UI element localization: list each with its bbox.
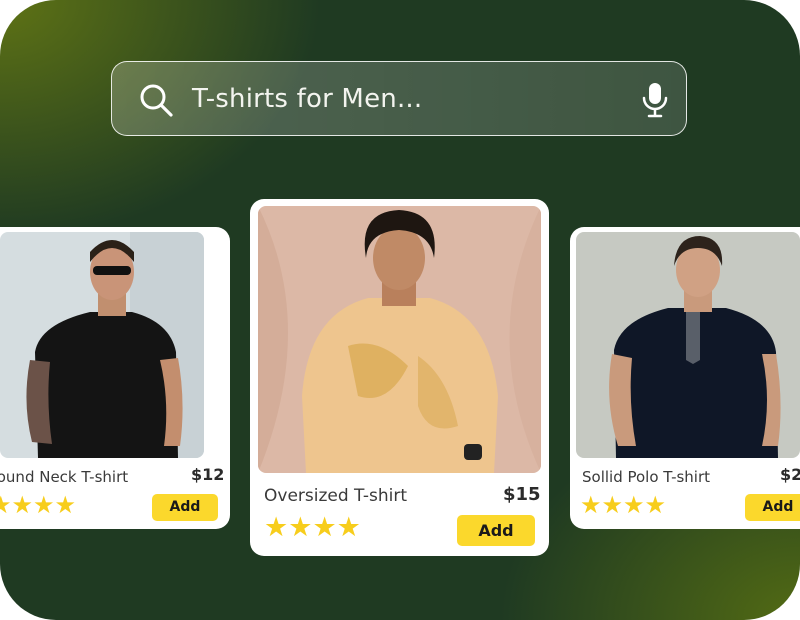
product-card-round-neck[interactable]: Round Neck T-shirt $12 ★ ★ ★ ★ Add	[0, 227, 230, 529]
star-icon: ★	[54, 491, 77, 519]
product-card-oversized[interactable]: Oversized T-shirt $15 ★ ★ ★ ★ Add	[250, 199, 549, 556]
rating-stars: ★ ★ ★ ★	[264, 514, 361, 541]
add-button[interactable]: Add	[745, 494, 800, 521]
add-button[interactable]: Add	[152, 494, 218, 521]
star-icon: ★	[623, 491, 645, 519]
product-price: $20	[780, 465, 800, 484]
star-icon: ★	[0, 491, 12, 519]
star-icon: ★	[264, 512, 289, 543]
search-bar[interactable]: T-shirts for Men...	[111, 61, 687, 136]
product-name: Round Neck T-shirt	[0, 468, 129, 486]
add-button[interactable]: Add	[457, 515, 535, 546]
product-image[interactable]	[576, 232, 800, 458]
star-icon: ★	[312, 512, 337, 543]
star-icon: ★	[11, 491, 34, 519]
rating-stars: ★ ★ ★ ★	[0, 493, 76, 517]
star-icon: ★	[336, 512, 361, 543]
product-name: Sollid Polo T-shirt	[582, 468, 711, 486]
product-image[interactable]	[0, 232, 204, 458]
mic-icon[interactable]	[640, 81, 670, 119]
rating-stars: ★ ★ ★ ★	[580, 493, 666, 517]
search-icon[interactable]	[138, 82, 174, 118]
product-image[interactable]	[258, 206, 541, 473]
star-icon: ★	[601, 491, 624, 519]
search-query[interactable]: T-shirts for Men...	[192, 62, 422, 137]
product-price: $15	[503, 484, 541, 505]
star-icon: ★	[288, 512, 313, 543]
product-name: Oversized T-shirt	[264, 486, 408, 506]
product-price: $12	[191, 465, 225, 484]
star-icon: ★	[580, 491, 602, 519]
star-icon: ★	[33, 491, 55, 519]
promo-panel: T-shirts for Men... Round Neck T-shirt $…	[0, 0, 800, 620]
star-icon: ★	[644, 491, 667, 519]
product-card-polo[interactable]: Sollid Polo T-shirt $20 ★ ★ ★ ★ Add	[570, 227, 800, 529]
